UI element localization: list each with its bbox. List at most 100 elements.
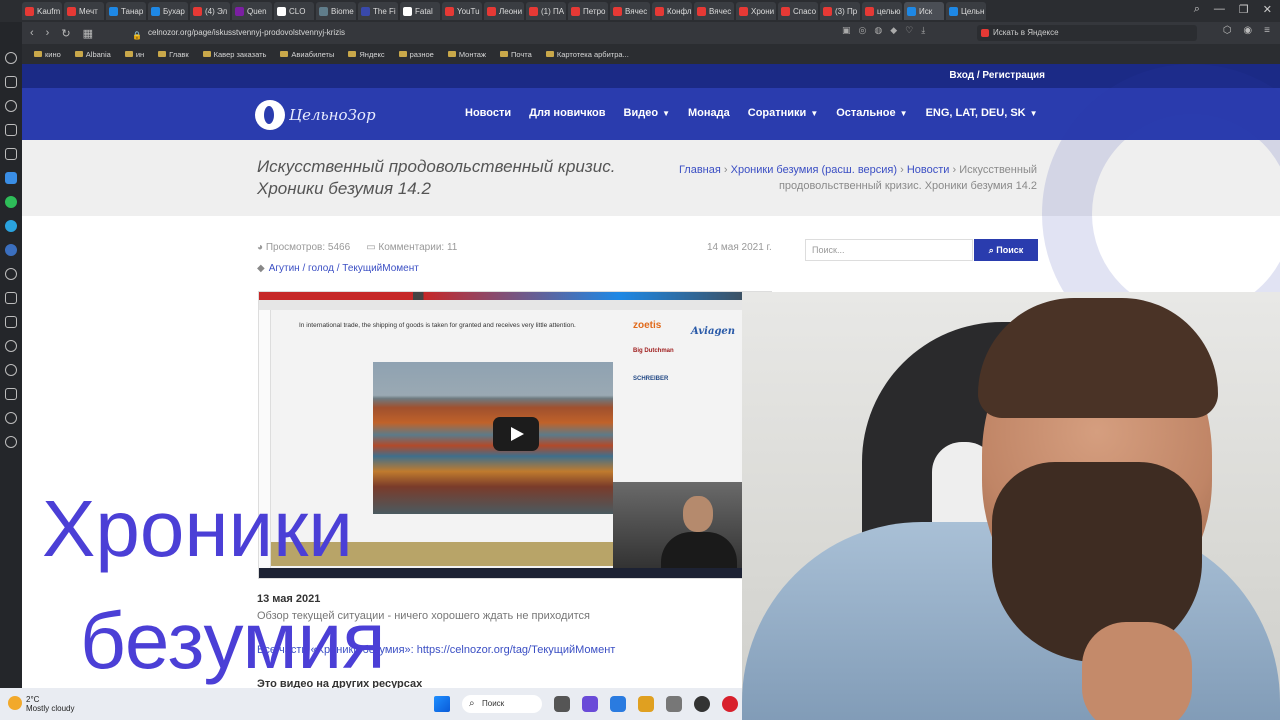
menu-item-allies-label: Соратники	[747, 107, 807, 119]
browser-tab[interactable]: Хрони	[736, 2, 776, 20]
browser-tab[interactable]: Вячес	[610, 2, 650, 20]
menu-item-other[interactable]: Остальное ▼	[836, 107, 907, 119]
site-search-button[interactable]: ⌕ Поиск	[974, 239, 1038, 261]
menu-icon[interactable]: ≡	[1264, 25, 1270, 36]
bookmark-item[interactable]: кино	[34, 50, 61, 59]
camera-icon[interactable]: ▣	[842, 25, 851, 36]
bookmark-item[interactable]: Albania	[74, 50, 111, 59]
windows-start-icon[interactable]	[434, 696, 450, 712]
comments-count[interactable]: ▭ Комментарии: 11	[366, 242, 457, 253]
edge-icon[interactable]	[610, 696, 626, 712]
maximize-icon[interactable]: ❐	[1239, 3, 1249, 16]
browser-tab-label: Цельн	[961, 6, 985, 16]
davinci-icon[interactable]	[694, 696, 710, 712]
apps-icon[interactable]	[5, 76, 17, 88]
browser-tab[interactable]: CLO	[274, 2, 314, 20]
menu-item-monada[interactable]: Монада	[688, 107, 730, 119]
browser-tab[interactable]: Петро	[568, 2, 608, 20]
bookmark-item[interactable]: Монтаж	[447, 50, 486, 59]
download-icon[interactable]	[5, 388, 17, 400]
opera-icon[interactable]	[722, 696, 738, 712]
browser-tab[interactable]: Спасо	[778, 2, 818, 20]
browser-tab-label: Biome	[331, 6, 354, 16]
browser-tab[interactable]: Конфл	[652, 2, 692, 20]
close-icon[interactable]: ✕	[1263, 3, 1272, 16]
search-icon[interactable]: ⌕	[1194, 3, 1200, 16]
play-button[interactable]	[493, 417, 539, 451]
send-icon[interactable]	[5, 292, 17, 304]
player-icon[interactable]	[5, 100, 17, 112]
site-logo[interactable]: ЦельноЗор	[255, 100, 376, 130]
browser-tab[interactable]: Цельн	[946, 2, 986, 20]
menu-item-news[interactable]: Новости	[465, 107, 511, 119]
camera-app-icon[interactable]	[666, 696, 682, 712]
menu-item-video[interactable]: Видео ▼	[624, 107, 670, 119]
browser-tab[interactable]: (4) Эл	[190, 2, 230, 20]
briefcase-icon[interactable]	[5, 124, 17, 136]
heart-icon[interactable]: ♡	[905, 25, 913, 36]
url-field[interactable]: 🔒 celnozor.org/page/iskusstvennyj-prodov…	[126, 26, 816, 40]
site-search-input[interactable]: Поиск...	[805, 239, 973, 261]
account-icon[interactable]: ◉	[1243, 25, 1252, 36]
bookmark-item[interactable]: Авиабилеты	[280, 50, 334, 59]
explorer-icon[interactable]	[638, 696, 654, 712]
bookmark-item[interactable]: Яндекс	[348, 50, 385, 59]
browser-tab[interactable]: The Fi	[358, 2, 398, 20]
browser-tab[interactable]: Леони	[484, 2, 524, 20]
home-icon[interactable]	[5, 52, 17, 64]
settings-icon[interactable]	[5, 412, 17, 424]
breadcrumb-home[interactable]: Главная	[679, 164, 721, 176]
history-icon[interactable]	[5, 364, 17, 376]
weather-widget[interactable]: 2°C Mostly cloudy	[8, 695, 74, 713]
menu-item-newcomers[interactable]: Для новичков	[529, 107, 605, 119]
browser-tab[interactable]: Kaufm	[22, 2, 62, 20]
telegram-icon[interactable]	[5, 220, 17, 232]
browser-tab[interactable]: Fatal	[400, 2, 440, 20]
bookmark-item[interactable]: Кавер заказать	[202, 50, 266, 59]
menu-item-allies[interactable]: Соратники ▼	[748, 107, 818, 119]
menu-item-languages[interactable]: ENG, LAT, DEU, SK ▼	[926, 107, 1038, 119]
whatsapp-icon[interactable]	[5, 196, 17, 208]
browser-tab[interactable]: Мечт	[64, 2, 104, 20]
download-icon[interactable]: ⤓	[921, 25, 925, 36]
bag-icon[interactable]	[5, 148, 17, 160]
chat-icon[interactable]	[582, 696, 598, 712]
browser-tab[interactable]: целью	[862, 2, 902, 20]
reload-icon[interactable]: ↻	[61, 27, 70, 40]
vk-icon[interactable]	[5, 244, 17, 256]
post-tags[interactable]: ◆ Агутин / голод / ТекущийМомент	[257, 263, 419, 274]
login-link[interactable]: Вход / Регистрация	[949, 70, 1045, 81]
extensions-icon[interactable]: ⬡	[1223, 25, 1232, 36]
yandex-search-field[interactable]: Искать в Яндексе	[977, 25, 1197, 41]
browser-tab[interactable]: (1) ПА	[526, 2, 566, 20]
breadcrumb-news[interactable]: Новости	[907, 164, 950, 176]
back-icon[interactable]: ‹	[30, 27, 34, 39]
browser-tab[interactable]: YouTu	[442, 2, 482, 20]
bulb-icon[interactable]	[5, 436, 17, 448]
browser-tab[interactable]: Вячес	[694, 2, 734, 20]
bookmark-item[interactable]: Картотека арбитра...	[545, 50, 629, 59]
forward-icon[interactable]: ›	[46, 27, 50, 39]
bookmark-item[interactable]: Почта	[500, 50, 532, 59]
browser-tab[interactable]: (3) Пр	[820, 2, 860, 20]
browser-tab[interactable]: Biome	[316, 2, 356, 20]
task-view-icon[interactable]	[554, 696, 570, 712]
taskbar-search[interactable]: Поиск	[462, 695, 542, 713]
minimize-icon[interactable]: —	[1214, 3, 1225, 16]
browser-tab[interactable]: Танар	[106, 2, 146, 20]
browser-tab[interactable]: Бухар	[148, 2, 188, 20]
breadcrumb-section[interactable]: Хроники безумия (расш. версия)	[731, 164, 897, 176]
wallet-icon[interactable]: ◍	[874, 25, 882, 36]
workspace-icon[interactable]	[5, 172, 17, 184]
browser-tab[interactable]: Иск	[904, 2, 944, 20]
browser-tab[interactable]: Quen	[232, 2, 272, 20]
bookmark-item[interactable]: разное	[398, 50, 434, 59]
vpn-icon[interactable]: ◎	[859, 25, 867, 36]
grid-icon[interactable]	[5, 316, 17, 328]
tabs-grid-icon[interactable]: ▦	[83, 27, 93, 40]
heart-icon[interactable]	[5, 340, 17, 352]
bookmark-item[interactable]: ин	[124, 50, 144, 59]
bookmark-item[interactable]: Главк	[158, 50, 189, 59]
shield-icon[interactable]: ◆	[890, 25, 897, 36]
play-icon[interactable]	[5, 268, 17, 280]
